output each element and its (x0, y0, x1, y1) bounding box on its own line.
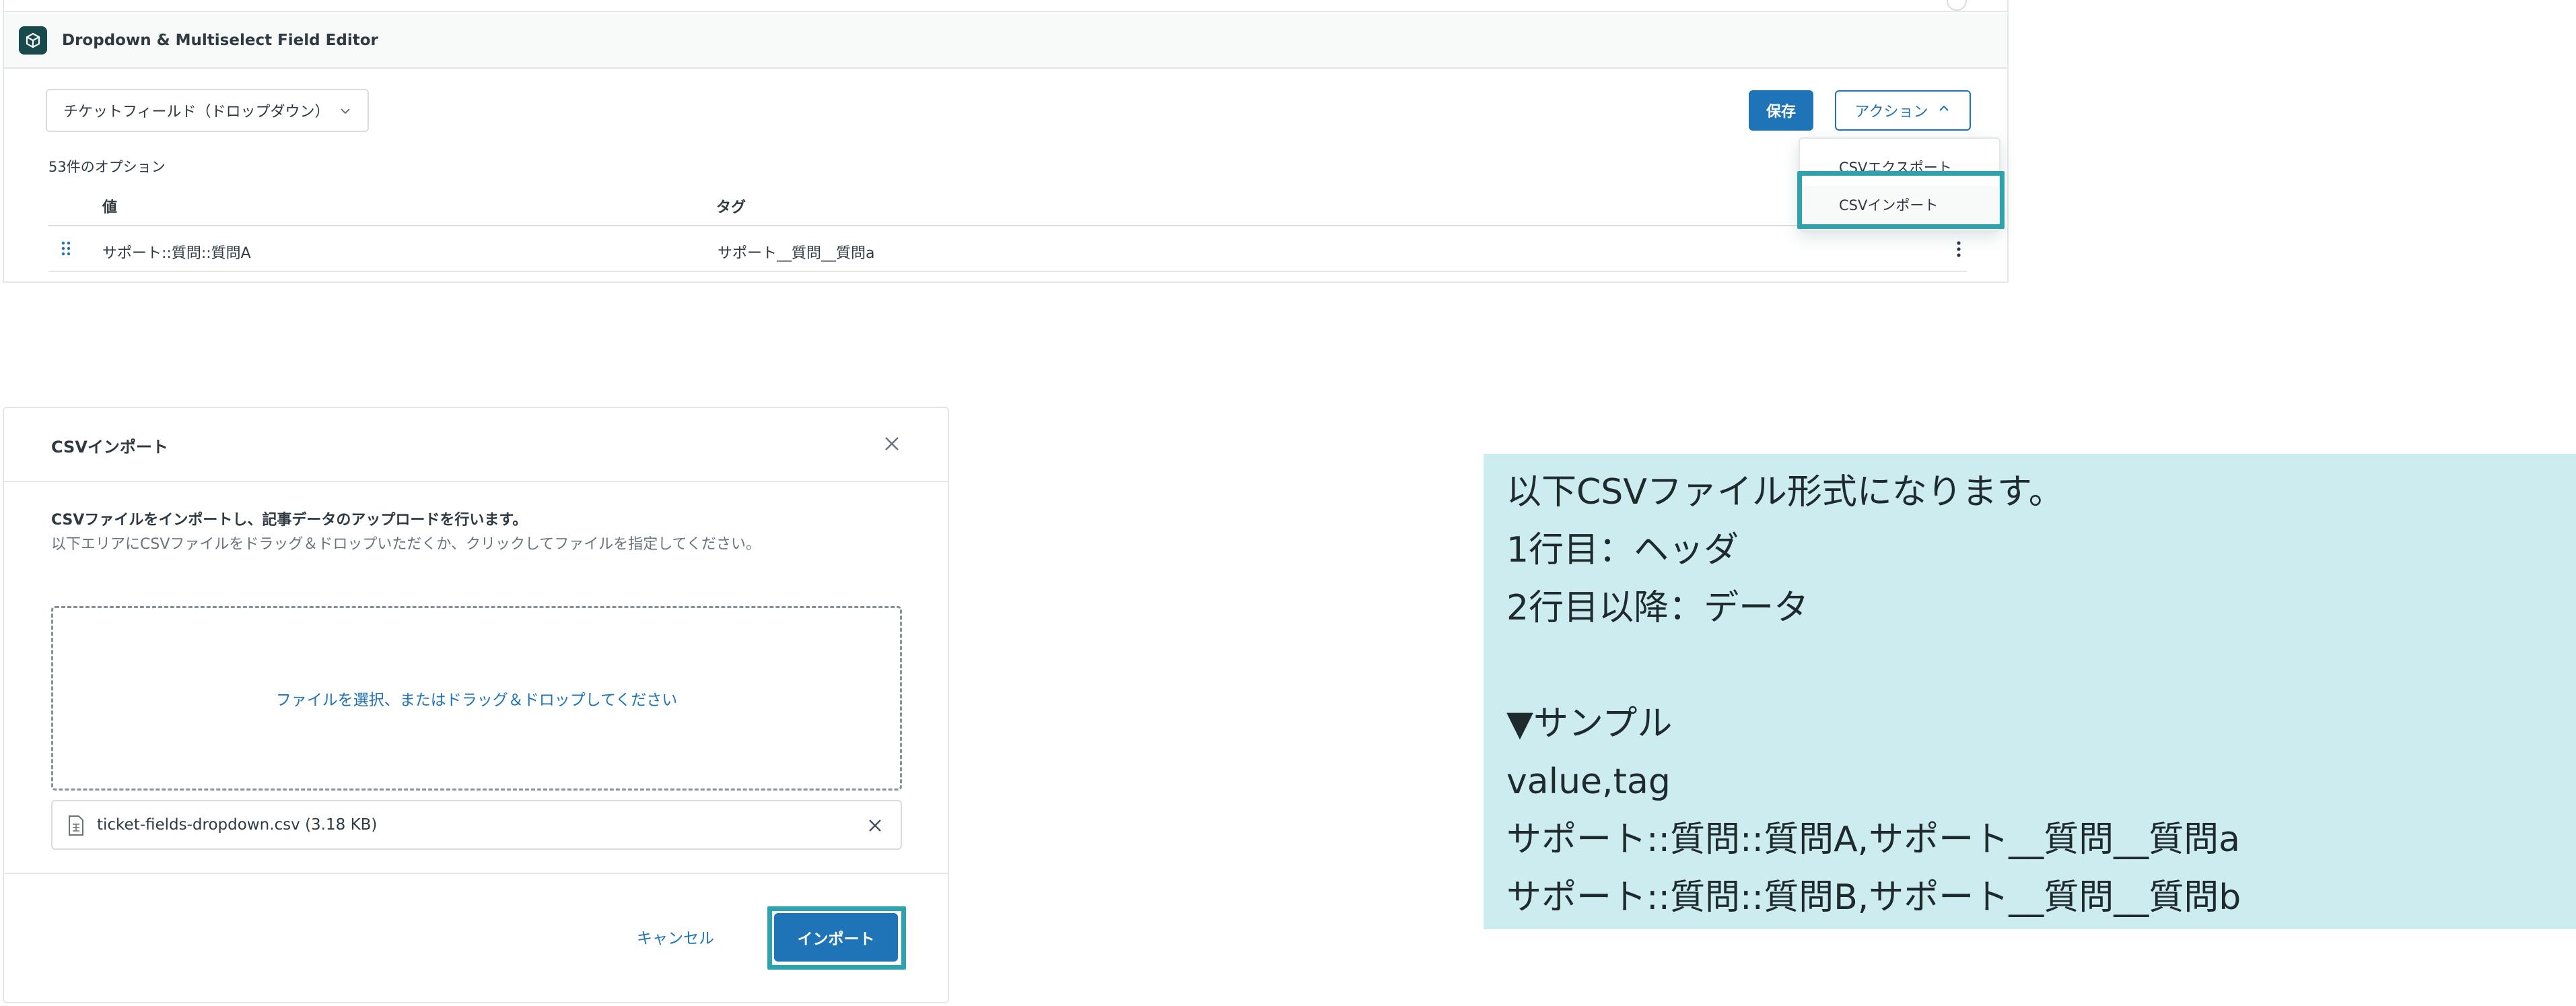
highlight-box-import-button (767, 906, 906, 970)
modal-description-strong: CSVファイルをインポートし、記事データのアップロードを行います。 (51, 512, 528, 529)
table-header: 値 タグ (48, 183, 1967, 226)
table-row: サポート::質問::質問A サポート__質問__質問a (48, 228, 1967, 272)
note-line: サポート::質問::質問A,サポート__質問__質問a (1506, 819, 2241, 860)
user-avatar[interactable] (1947, 0, 1967, 11)
option-count: 53件のオプション (48, 159, 166, 175)
app-header: Dropdown & Multiselect Field Editor (4, 13, 2007, 69)
action-menu-button[interactable]: アクション (1835, 90, 1971, 131)
csv-import-modal: CSVインポート CSVファイルをインポートし、記事データのアップロードを行いま… (3, 407, 949, 1003)
note-line: 以下CSVファイル形式になります。 (1506, 472, 2064, 512)
top-strip (4, 0, 2007, 12)
remove-file-icon[interactable] (866, 816, 884, 838)
note-blank-line (1506, 637, 2576, 695)
action-button-label: アクション (1854, 104, 1928, 121)
column-header-value: 値 (102, 199, 118, 216)
save-button[interactable]: 保存 (1749, 90, 1813, 131)
app-icon (19, 26, 47, 55)
field-select-dropdown[interactable]: チケットフィールド（ドロップダウン） (46, 89, 369, 132)
more-vertical-icon[interactable] (1955, 240, 1963, 263)
note-line: 2行目以降：データ (1506, 588, 1809, 628)
cancel-button[interactable]: キャンセル (637, 925, 714, 948)
drag-handle-icon[interactable] (61, 240, 71, 261)
column-header-tag: タグ (716, 199, 746, 216)
file-icon (67, 815, 85, 839)
highlight-box-csv-import (1797, 171, 2005, 229)
note-line: サポート::質問::質問B,サポート__質問__質問b (1506, 877, 2241, 918)
row-value[interactable]: サポート::質問::質問A (102, 241, 251, 263)
row-tag[interactable]: サポート__質問__質問a (718, 241, 874, 263)
modal-description: 以下エリアにCSVファイルをドラッグ＆ドロップいただくか、クリックしてファイルを… (51, 536, 761, 553)
file-name: ticket-fields-dropdown.csv (3.18 KB) (97, 816, 378, 834)
file-dropzone[interactable]: ファイルを選択、またはドラッグ＆ドロップしてください (51, 606, 902, 791)
modal-header: CSVインポート (4, 408, 948, 482)
note-line: value,tag (1506, 762, 1671, 802)
csv-format-note: 以下CSVファイル形式になります。 1行目：ヘッダ 2行目以降：データ ▼サンプ… (1484, 454, 2576, 929)
selected-file-item: ticket-fields-dropdown.csv (3.18 KB) (51, 800, 902, 850)
close-icon[interactable] (882, 434, 902, 457)
app-title: Dropdown & Multiselect Field Editor (62, 32, 378, 49)
chevron-up-icon (1937, 102, 1951, 119)
field-select-value: チケットフィールド（ドロップダウン） (63, 104, 330, 121)
dropzone-text: ファイルを選択、またはドラッグ＆ドロップしてください (275, 692, 678, 709)
note-line: ▼サンプル (1506, 704, 1673, 744)
modal-footer-divider (4, 873, 948, 874)
chevron-down-icon (338, 104, 353, 123)
note-line: 1行目：ヘッダ (1506, 530, 1739, 570)
field-editor-panel: Dropdown & Multiselect Field Editor チケット… (3, 0, 2009, 283)
modal-title: CSVインポート (51, 438, 168, 457)
